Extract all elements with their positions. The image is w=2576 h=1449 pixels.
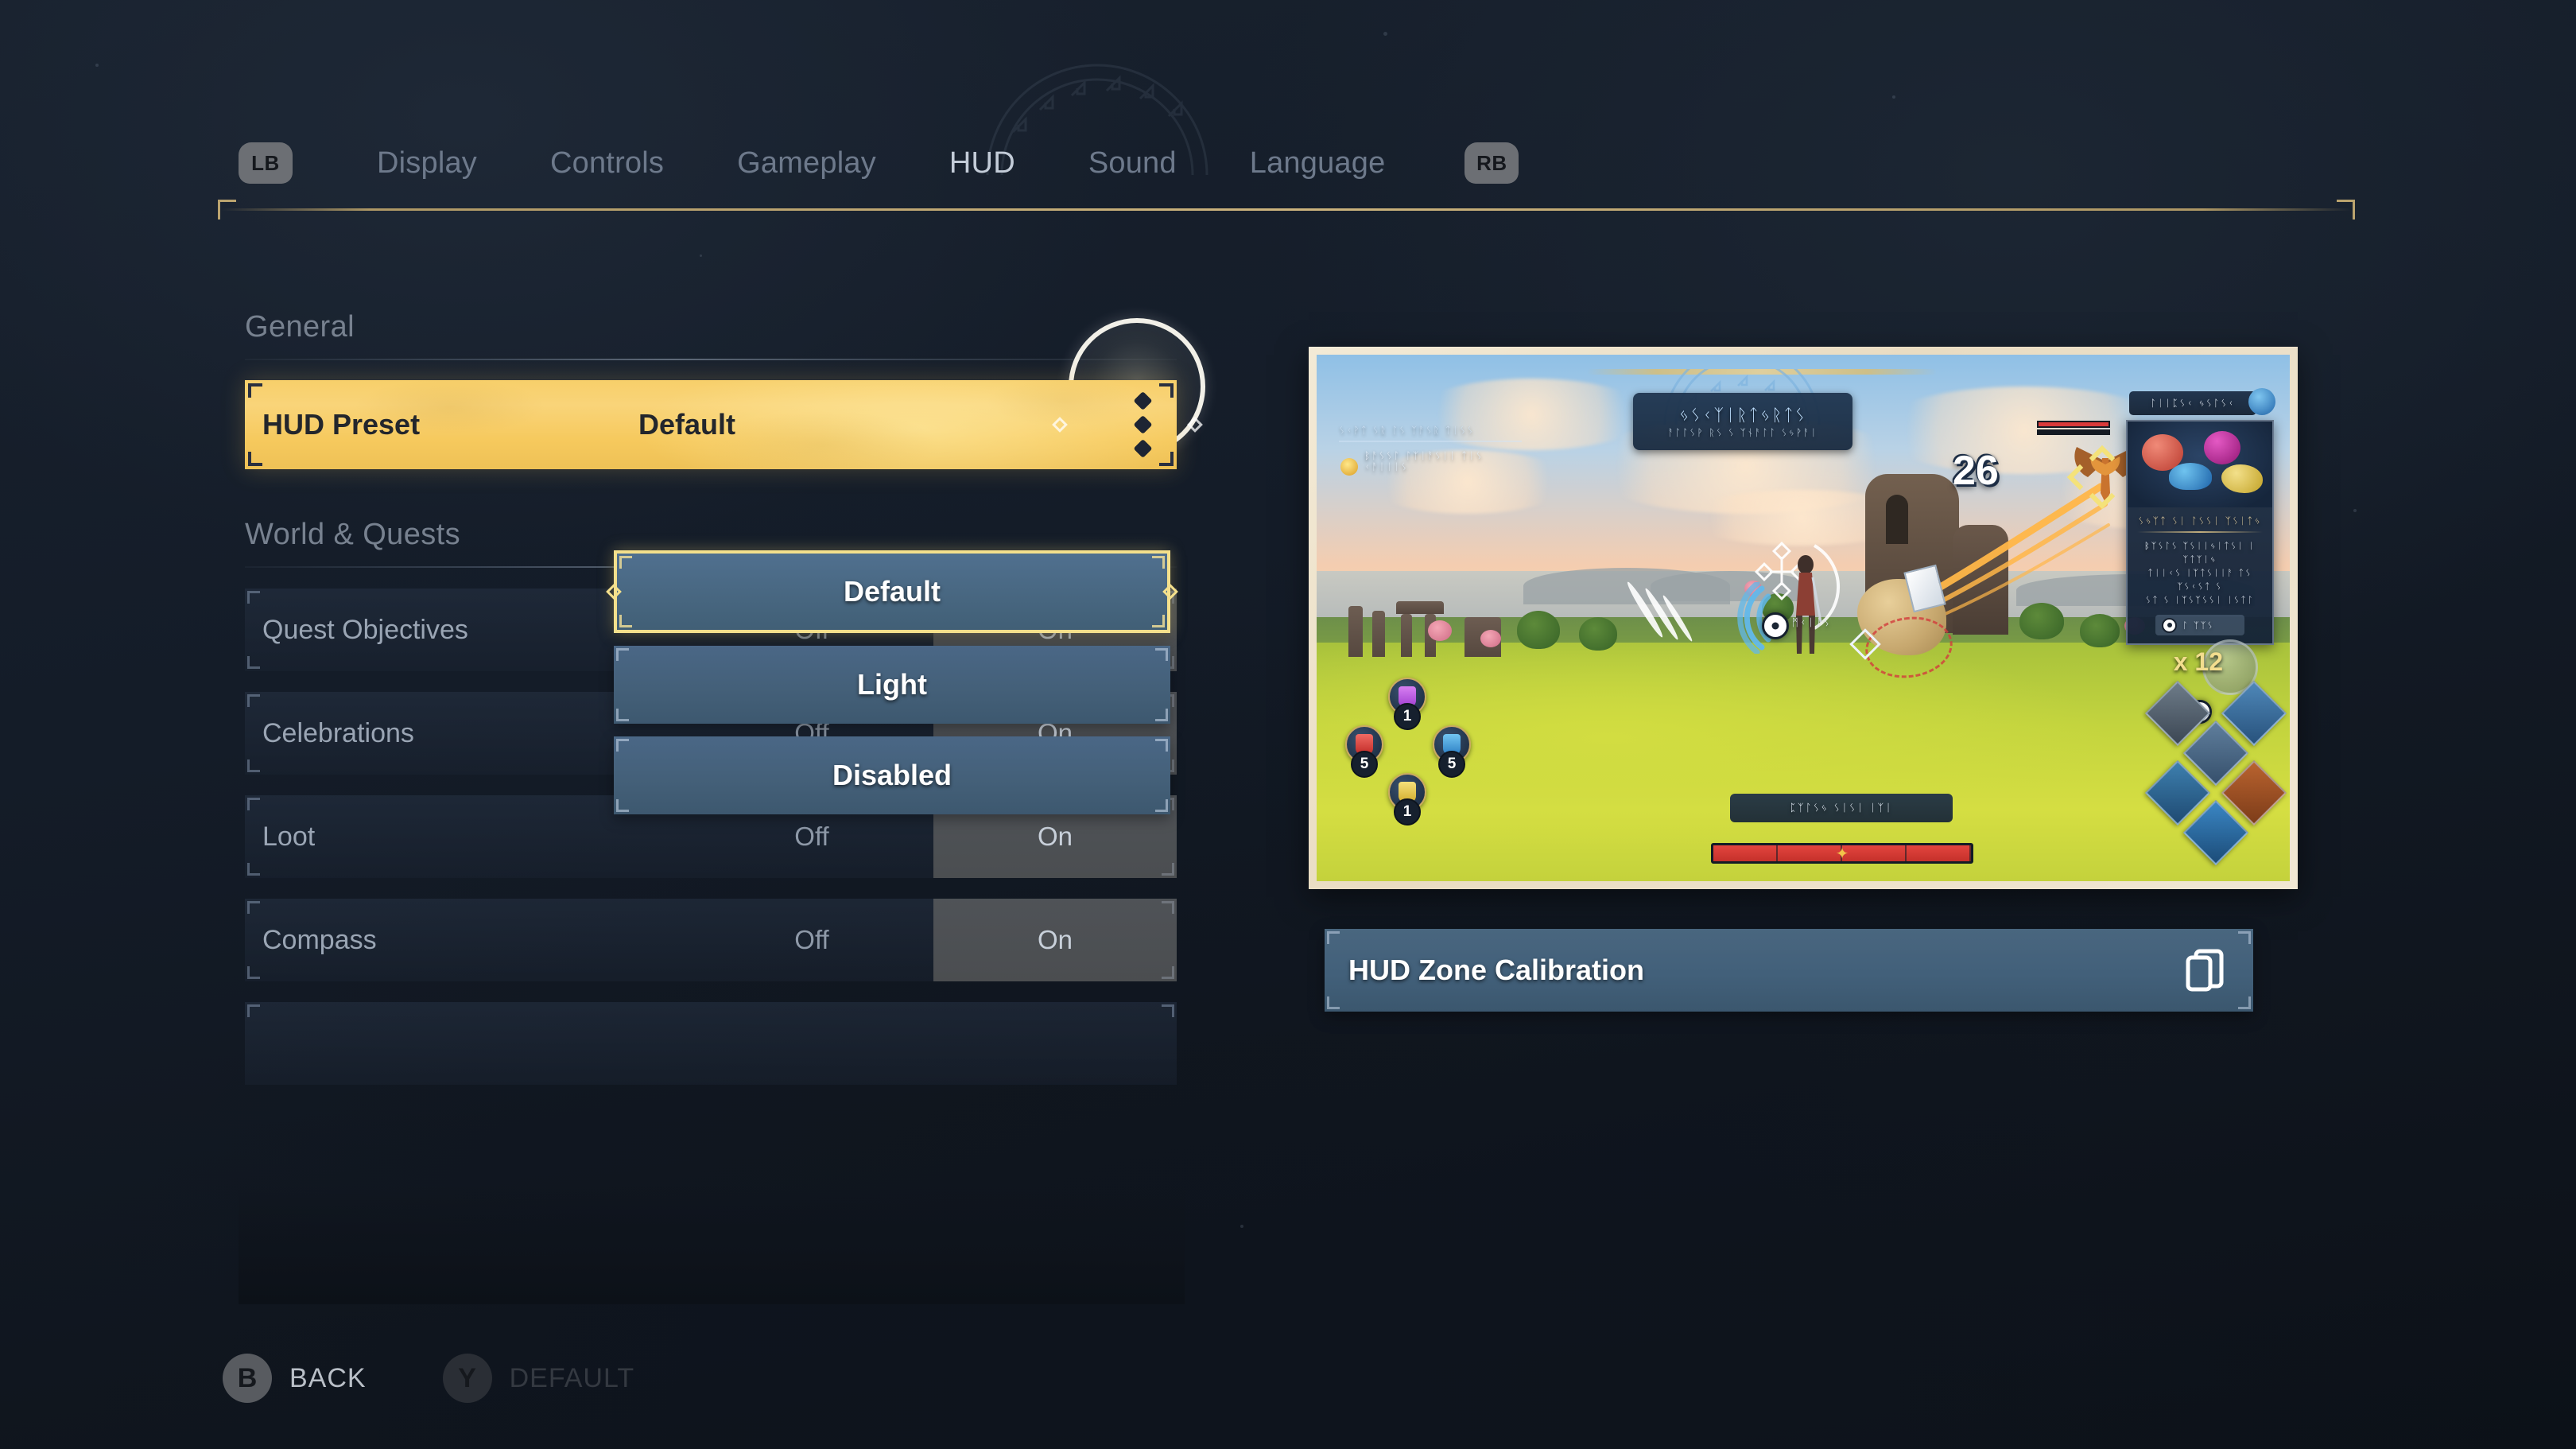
dropdown-option-light[interactable]: Light bbox=[614, 646, 1170, 724]
dropdown-option-default[interactable]: Default bbox=[606, 550, 1178, 633]
hud-quest-banner: ᛃᛊᚲᛉᛁᚱᛏᛃᚱᛏᛊ ᚨᛚᛚᛊᚹ ᚱᛊ ᛊ ᛉᚾᚨᛚᛚ ᛊᛃᚹᚨᛁ bbox=[1633, 393, 1852, 450]
potion-count: 5 bbox=[1351, 751, 1378, 778]
header-divider bbox=[218, 200, 2352, 219]
bg-speck bbox=[95, 64, 99, 67]
item-desc-line-1: ᛒᛉᛊᛚᛊ ᛉᛊᛁᛁᛃᛁᛏᛊᛁ ᛁ ᛉᛏᛉᛁᛃ bbox=[2144, 541, 2256, 565]
prompt-back[interactable]: B BACK bbox=[223, 1354, 367, 1403]
hud-preset-dropdown[interactable]: Default Light Disabled bbox=[606, 550, 1178, 827]
objective-marker-icon bbox=[1340, 458, 1358, 476]
shoulder-button-lb[interactable]: LB bbox=[239, 142, 293, 184]
section-divider bbox=[245, 359, 1177, 360]
item-title: ᛊᛃᛉᛏ ᛊᛁ ᛚᛊᛊᛁ ᛉᛊᛁᛏᛃ bbox=[2138, 515, 2262, 526]
tab-language[interactable]: Language bbox=[1213, 146, 1422, 181]
bg-speck bbox=[1892, 95, 1895, 99]
item-image bbox=[2128, 421, 2272, 507]
dropdown-option-disabled[interactable]: Disabled bbox=[614, 736, 1170, 814]
prompt-label-back: BACK bbox=[289, 1362, 367, 1393]
hud-item-header-icon bbox=[2248, 388, 2275, 415]
screen-calibration-icon bbox=[2186, 949, 2224, 992]
row-background bbox=[245, 1002, 1177, 1085]
toggle-option-on[interactable]: On bbox=[933, 899, 1177, 981]
hud-ability-prompt-bar: ᛈᛉᛚᛊᛃ ᛊᛁᛊᛁ ᛁᛉᛁ bbox=[1730, 794, 1953, 822]
potion-count: 5 bbox=[1438, 751, 1465, 778]
hud-interact-label: ᛗᚲᛁᛁᛊ bbox=[1792, 617, 1832, 629]
shoulder-button-rb[interactable]: RB bbox=[1465, 142, 1519, 184]
tab-sound[interactable]: Sound bbox=[1052, 146, 1213, 181]
tab-gameplay[interactable]: Gameplay bbox=[700, 146, 913, 181]
hud-item-count: x 12 bbox=[2173, 647, 2223, 676]
toggle-option-off[interactable]: Off bbox=[690, 899, 933, 981]
prompt-label-default: DEFAULT bbox=[509, 1362, 635, 1393]
hud-player-character bbox=[1796, 555, 1822, 654]
bg-speck bbox=[1383, 32, 1387, 36]
setting-row-compass[interactable]: Compass Off On bbox=[245, 899, 1177, 981]
health-emblem-icon: ✦ bbox=[1835, 845, 1849, 863]
item-desc-line-3: ᛊᛏ ᛊ ᛁᛉᛊᛉᛊᛊᛁ ᛁᛊᛏᛚ bbox=[2145, 595, 2255, 606]
hud-potion-left: 5 bbox=[1345, 725, 1383, 778]
section-header-world-quests: World & Quests bbox=[245, 518, 460, 551]
tab-controls[interactable]: Controls bbox=[514, 146, 700, 181]
hud-player-health-bar: ✦ bbox=[1711, 843, 1973, 864]
tab-hud[interactable]: HUD bbox=[913, 146, 1052, 181]
calibration-label: HUD Zone Calibration bbox=[1348, 954, 1645, 986]
dropdown-option-label: Disabled bbox=[832, 759, 952, 791]
hud-zone-calibration-button[interactable]: HUD Zone Calibration bbox=[1325, 929, 2253, 1012]
ability-bar-text: ᛈᛉᛚᛊᛃ ᛊᛁᛊᛁ ᛁᛉᛁ bbox=[1790, 802, 1893, 814]
button-prompt-icon bbox=[2162, 617, 2177, 633]
settings-screen: LB Display Controls Gameplay HUD Sound L… bbox=[0, 0, 2576, 1449]
tab-display[interactable]: Display bbox=[340, 146, 514, 181]
hud-preview-frame: ᛃᛊᚲᛉᛁᚱᛏᛃᚱᛏᛊ ᚨᛚᛚᛊᚹ ᚱᛊ ᛊ ᛉᚾᚨᛚᛚ ᛊᛃᚹᚨᛁ ᛊᚲᚹᛏ … bbox=[1309, 347, 2298, 889]
potion-count: 1 bbox=[1394, 798, 1421, 826]
hud-enemy-health-bar bbox=[2037, 421, 2110, 435]
dropdown-option-label: Default bbox=[843, 575, 941, 608]
quest-banner-title: ᛃᛊᚲᛉᛁᚱᛏᛃᚱᛏᛊ bbox=[1678, 405, 1807, 425]
hud-potion-top: 1 bbox=[1388, 678, 1426, 730]
gamepad-button-b-icon: B bbox=[223, 1354, 272, 1403]
dropdown-option-label: Light bbox=[857, 668, 927, 701]
settings-tabbar: LB Display Controls Gameplay HUD Sound L… bbox=[0, 119, 2576, 207]
hud-potion-right: 5 bbox=[1433, 725, 1471, 778]
hud-skill-grid bbox=[2144, 680, 2287, 866]
setting-row-partial[interactable] bbox=[245, 1002, 1177, 1085]
potion-count: 1 bbox=[1394, 703, 1421, 730]
bg-speck bbox=[2353, 509, 2357, 512]
objective-line-2: ᛒᚨᛊᛊᛚ ᛚᛉᛁᚨᛊᛁᛁ ᛏᛁᛊ ᚲᚨᛁᛁᛁᛊ bbox=[1364, 450, 1484, 472]
item-button-text: ᛚ ᛉᛉᛊ bbox=[2182, 620, 2214, 631]
quest-banner-subtitle: ᚨᛚᛚᛊᚹ ᚱᛊ ᛊ ᛉᚾᚨᛚᛚ ᛊᛃᚹᚨᛁ bbox=[1667, 426, 1818, 438]
item-header-text: ᛚᛁᛁᛈᛊᚲ ᛃᛊᛚᛊᚲ bbox=[2150, 398, 2236, 409]
hud-objective-tracker: ᛊᚲᚹᛏ ᛊᚱ ᛚᛊ ᛉᚨᛊᚱ ᛏᛁᛊᛊ ᛒᚨᛊᛊᛚ ᛚᛉᛁᚨᛊᛁᛁ ᛏᛁᛊ ᚲ… bbox=[1339, 425, 1522, 476]
setting-row-hud-preset[interactable]: HUD Preset Default bbox=[245, 380, 1203, 469]
button-prompts: B BACK Y DEFAULT bbox=[223, 1354, 634, 1403]
hud-preview-image: ᛃᛊᚲᛉᛁᚱᛏᛃᚱᛏᛊ ᚨᛚᛚᛊᚹ ᚱᛊ ᛊ ᛉᚾᚨᛚᛚ ᛊᛃᚹᚨᛁ ᛊᚲᚹᛏ … bbox=[1317, 355, 2290, 881]
hud-damage-number: 26 bbox=[1953, 448, 1999, 494]
setting-value[interactable]: Default bbox=[245, 408, 1177, 441]
item-action-button: ᛚ ᛉᛉᛊ bbox=[2155, 615, 2244, 636]
more-options-diamonds-icon[interactable] bbox=[1133, 390, 1153, 459]
setting-label: Compass bbox=[262, 924, 377, 955]
bg-speck bbox=[1240, 1225, 1243, 1228]
objective-line-1: ᛊᚲᚹᛏ ᛊᚱ ᛚᛊ ᛉᚨᛊᚱ ᛏᛁᛊᛊ bbox=[1339, 425, 1475, 436]
hud-potion-bottom: 1 bbox=[1388, 773, 1426, 826]
hud-item-tooltip-panel: ᛊᛃᛉᛏ ᛊᛁ ᛚᛊᛊᛁ ᛉᛊᛁᛏᛃ ᛒᛉᛊᛚᛊ ᛉᛊᛁᛁᛃᛁᛏᛊᛁ ᛁ ᛉᛏᛉ… bbox=[2126, 420, 2274, 646]
prompt-default[interactable]: Y DEFAULT bbox=[442, 1354, 635, 1403]
item-desc-line-2: ᛏᛁᛁᚲᛊ ᛁᛉᛏᛊᛁᛁᚨ ᛏᛊ ᛉᛊᚲᛊᛏ ᛊ bbox=[2147, 568, 2252, 592]
bg-speck bbox=[700, 254, 702, 257]
hud-interact-cursor bbox=[1762, 612, 1789, 639]
hud-item-header: ᛚᛁᛁᛈᛊᚲ ᛃᛊᛚᛊᚲ bbox=[2129, 391, 2256, 415]
section-header-general: General bbox=[245, 310, 355, 344]
gamepad-button-y-icon: Y bbox=[442, 1354, 492, 1403]
toggle-group[interactable]: Off On bbox=[690, 899, 1177, 981]
